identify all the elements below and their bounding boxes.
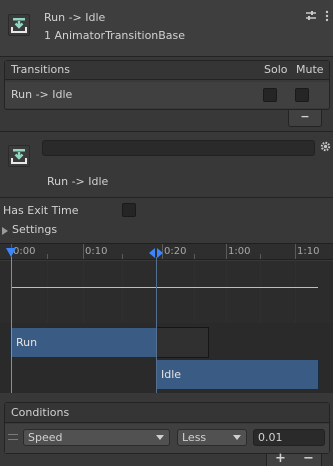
remove-transition-label: − [300,110,310,123]
ruler-minor-tick [47,254,48,259]
mute-checkbox[interactable] [295,88,309,102]
ruler-minor-tick [260,254,261,259]
transition-name-field[interactable] [42,140,315,156]
ruler-label: 0:20 [164,246,187,257]
curve-gridline [295,261,296,323]
curve-gridline [122,261,123,323]
condition-parameter-value: Speed [28,431,63,444]
curve-gridline [194,261,195,323]
drag-handle-icon[interactable] [8,434,18,440]
ruler-label: 0:00 [13,246,36,257]
more-options-icon[interactable] [323,10,331,22]
condition-mode-value: Less [182,431,207,444]
settings-gear-icon[interactable] [320,141,331,152]
curve-gridline [47,261,48,323]
condition-threshold-value: 0.01 [258,431,283,444]
transition-curve [12,287,318,288]
inspector-header [0,0,333,56]
transition-detail-icon [8,145,30,167]
condition-threshold-field[interactable]: 0.01 [253,429,325,446]
remove-condition-button[interactable]: − [303,452,314,466]
add-condition-button[interactable]: + [275,452,286,466]
run-state-bar[interactable]: Run [10,327,157,358]
ruler-minor-tick [194,254,195,259]
transition-icon [8,14,30,36]
settings-foldout-label[interactable]: Settings [12,223,57,237]
section-divider [0,131,333,132]
curve-gridline [260,261,261,323]
solo-checkbox[interactable] [263,88,277,102]
idle-state-label: Idle [161,368,182,381]
ruler-major-tick [295,244,296,259]
playhead-marker-icon[interactable] [6,248,16,257]
transition-end-handle-icon[interactable] [157,248,163,258]
remove-transition-button[interactable]: − [288,110,322,127]
has-exit-time-checkbox[interactable] [122,203,136,217]
ruler-major-tick [83,244,84,259]
run-track-tail [155,327,209,358]
has-exit-time-label: Has Exit Time [3,204,79,217]
settings-foldout-icon[interactable] [2,227,8,235]
conditions-heading: Conditions [11,406,70,419]
transition-name-value [43,141,47,154]
transition-duration-line [156,257,157,393]
ruler-major-tick [226,244,227,259]
preset-icon[interactable] [305,10,317,22]
transition-item-label: Run -> Idle [11,88,73,101]
curve-gridline [83,261,84,323]
solo-column-label: Solo [264,63,288,76]
curve-gridline [226,261,227,323]
ruler-minor-tick [122,254,123,259]
playhead-line [11,257,12,393]
transition-curve-area[interactable] [0,261,333,323]
header-title: Run -> Idle [44,11,106,24]
idle-state-bar[interactable]: Idle [155,359,319,390]
condition-mode-dropdown[interactable]: Less [177,429,247,446]
run-state-label: Run [16,336,38,349]
chevron-down-icon [233,435,241,440]
ruler-label: 1:10 [297,246,320,257]
chevron-down-icon [156,435,164,440]
header-subtitle: 1 AnimatorTransitionBase [44,29,186,42]
condition-parameter-dropdown[interactable]: Speed [23,429,170,446]
ruler-label: 0:10 [85,246,108,257]
transitions-heading: Transitions [11,63,70,76]
detail-divider [0,197,333,198]
transition-label: Run -> Idle [47,175,109,188]
header-divider [0,56,333,57]
ruler-label: 1:00 [228,246,251,257]
mute-column-label: Mute [296,63,324,76]
transition-start-handle-icon[interactable] [149,248,155,258]
